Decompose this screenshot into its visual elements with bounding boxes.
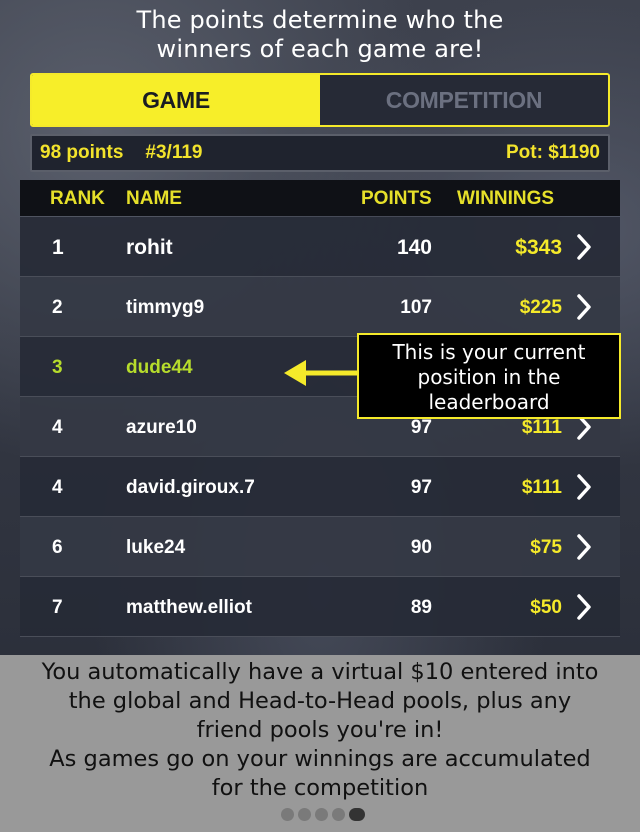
- row-points: 97: [410, 417, 432, 438]
- pot-total: Pot: $1190: [506, 142, 600, 163]
- leaderboard-row[interactable]: 4 david.giroux.7 97 $111: [20, 457, 620, 517]
- page-dot[interactable]: [298, 808, 311, 821]
- row-winnings: $111: [521, 477, 562, 498]
- tooltip-line-1: This is your current: [392, 340, 586, 364]
- user-points: 98 points: [40, 142, 124, 163]
- row-name: david.giroux.7: [126, 477, 255, 498]
- row-rank: 2: [52, 297, 63, 318]
- row-winnings: $50: [530, 597, 562, 618]
- headline-line-2: winners of each game are!: [156, 35, 484, 63]
- leaderboard-row[interactable]: 6 luke24 90 $75: [20, 517, 620, 577]
- row-points: 107: [400, 297, 432, 318]
- tab-bar: GAME COMPETITION: [30, 73, 610, 127]
- page-dot[interactable]: [315, 808, 328, 821]
- row-name: dude44: [126, 357, 193, 378]
- row-rank: 3: [52, 357, 63, 378]
- row-rank: 7: [52, 597, 63, 618]
- page-dot-active[interactable]: [349, 808, 365, 821]
- user-status-bar: 98 points #3/119 Pot: $1190: [30, 134, 610, 172]
- header-rank: RANK: [50, 188, 105, 209]
- row-rank: 1: [52, 236, 64, 259]
- chevron-right-icon[interactable]: [574, 533, 594, 561]
- row-winnings: $225: [519, 297, 562, 318]
- row-rank: 4: [52, 477, 63, 498]
- chevron-right-icon[interactable]: [574, 473, 594, 501]
- header-points: POINTS: [361, 188, 432, 209]
- row-name: azure10: [126, 417, 197, 438]
- leaderboard-row[interactable]: 1 rohit 140 $343: [20, 217, 620, 277]
- page-dot[interactable]: [332, 808, 345, 821]
- page-dot[interactable]: [281, 808, 294, 821]
- onboarding-caption: You automatically have a virtual $10 ent…: [0, 655, 640, 832]
- headline: The points determine who the winners of …: [0, 6, 640, 64]
- tab-competition[interactable]: COMPETITION: [320, 75, 608, 125]
- row-points: 97: [410, 477, 432, 498]
- headline-line-1: The points determine who the: [136, 6, 504, 34]
- chevron-right-icon[interactable]: [574, 293, 594, 321]
- row-points: 90: [410, 537, 432, 558]
- row-name: timmyg9: [126, 297, 205, 318]
- leaderboard-row[interactable]: 7 matthew.elliot 89 $50: [20, 577, 620, 637]
- leaderboard-header: RANK NAME POINTS WINNINGS: [20, 180, 620, 216]
- row-winnings: $343: [515, 236, 562, 259]
- leaderboard-list: 1 rohit 140 $343 2 timmyg9 107 $225 3 du…: [20, 217, 620, 637]
- caption-line-5: for the competition: [211, 775, 429, 801]
- row-winnings: $111: [521, 417, 562, 438]
- chevron-right-icon[interactable]: [574, 593, 594, 621]
- tab-game[interactable]: GAME: [32, 75, 320, 125]
- row-points: 140: [396, 236, 432, 259]
- tooltip-line-2: position in the: [417, 365, 561, 389]
- header-winnings: WINNINGS: [457, 188, 555, 209]
- caption-line-3: friend pools you're in!: [196, 717, 444, 743]
- arrow-left-icon: [284, 360, 360, 386]
- row-name: rohit: [126, 236, 173, 259]
- row-rank: 4: [52, 417, 63, 438]
- row-rank: 6: [52, 537, 63, 558]
- caption-line-4: As games go on your winnings are accumul…: [49, 746, 591, 772]
- user-rank: #3/119: [145, 142, 203, 163]
- leaderboard-row[interactable]: 2 timmyg9 107 $225: [20, 277, 620, 337]
- caption-line-1: You automatically have a virtual $10 ent…: [41, 659, 599, 685]
- row-points: 89: [410, 597, 432, 618]
- caption-line-2: the global and Head-to-Head pools, plus …: [68, 688, 572, 714]
- chevron-right-icon[interactable]: [574, 233, 594, 261]
- coach-tooltip: This is your current position in the lea…: [357, 333, 621, 419]
- row-name: matthew.elliot: [126, 597, 252, 618]
- tooltip-line-3: leaderboard: [428, 390, 550, 414]
- row-winnings: $75: [530, 537, 562, 558]
- page-indicator[interactable]: [281, 808, 365, 821]
- header-name: NAME: [126, 188, 182, 209]
- row-name: luke24: [126, 537, 186, 558]
